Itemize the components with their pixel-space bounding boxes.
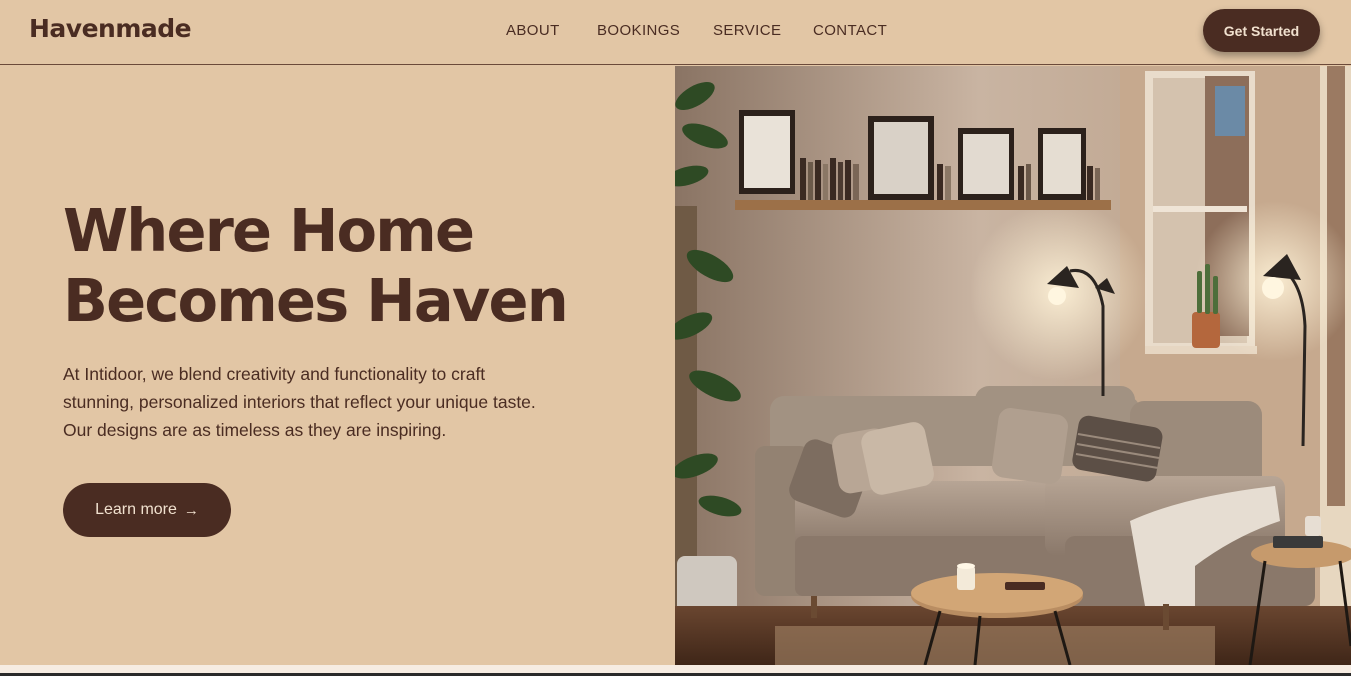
hero-description-line-1: At Intidoor, we blend creativity and fun… [63, 364, 486, 384]
page-bottom-strip [0, 665, 1351, 676]
hero-description-line-2: stunning, personalized interiors that re… [63, 392, 536, 412]
hero-room-image [675, 66, 1351, 665]
learn-more-label: Learn more [95, 501, 177, 518]
nav-link-contact[interactable]: CONTACT [813, 22, 887, 39]
nav-link-service[interactable]: SERVICE [713, 22, 781, 39]
nav-link-about[interactable]: ABOUT [506, 22, 560, 39]
get-started-button[interactable]: Get Started [1203, 9, 1320, 52]
hero-title-line-1: Where Home [63, 196, 475, 265]
top-navbar: Havenmade ABOUT BOOKINGS SERVICE CONTACT… [0, 0, 1351, 65]
brand-logo[interactable]: Havenmade [29, 14, 192, 43]
learn-more-button[interactable]: Learn more → [63, 483, 231, 537]
hero-title: Where Home Becomes Haven [63, 196, 663, 336]
arrow-right-icon: → [183, 501, 199, 519]
hero-description-line-3: Our designs are as timeless as they are … [63, 420, 447, 440]
nav-link-bookings[interactable]: BOOKINGS [597, 22, 680, 39]
hero-description: At Intidoor, we blend creativity and fun… [63, 360, 573, 444]
hero-title-line-2: Becomes Haven [63, 266, 569, 335]
